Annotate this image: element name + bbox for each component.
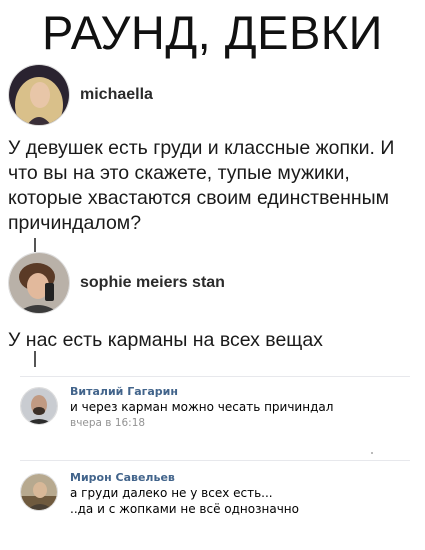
post-text: У нас есть карманы на всех вещах (8, 329, 323, 351)
post-header-michaella: michaella (8, 64, 153, 126)
post-header-sophie: sophie meiers stan (8, 252, 225, 314)
comment: Виталий Гагарин и через карман можно чес… (20, 384, 420, 431)
thread-connector (34, 351, 36, 367)
avatar[interactable] (8, 64, 70, 126)
dot (371, 452, 373, 454)
avatar[interactable] (8, 252, 70, 314)
thread-connector (34, 238, 36, 252)
comment-timestamp[interactable]: вчера в 16:18 (70, 416, 333, 431)
comment-text: а груди далеко не у всех есть... ..да и … (70, 486, 299, 516)
divider (20, 376, 410, 377)
avatar[interactable] (20, 387, 58, 425)
post-text: У девушек есть груди и классные жопки. И… (8, 137, 395, 234)
avatar-photo-icon (9, 253, 69, 313)
avatar-photo-icon (9, 65, 69, 125)
comment-author[interactable]: Виталий Гагарин (70, 384, 333, 399)
divider (20, 460, 410, 461)
avatar-photo-icon (21, 388, 57, 424)
username[interactable]: michaella (80, 86, 153, 104)
comment: Мирон Савельев а груди далеко не у всех … (20, 470, 420, 517)
avatar[interactable] (20, 473, 58, 511)
comment-text: и через карман можно чесать причиндал (70, 400, 334, 414)
meme-title: РАУНД, ДЕВКИ (42, 6, 383, 59)
comment-author[interactable]: Мирон Савельев (70, 470, 299, 485)
avatar-photo-icon (21, 474, 57, 510)
username[interactable]: sophie meiers stan (80, 274, 225, 292)
